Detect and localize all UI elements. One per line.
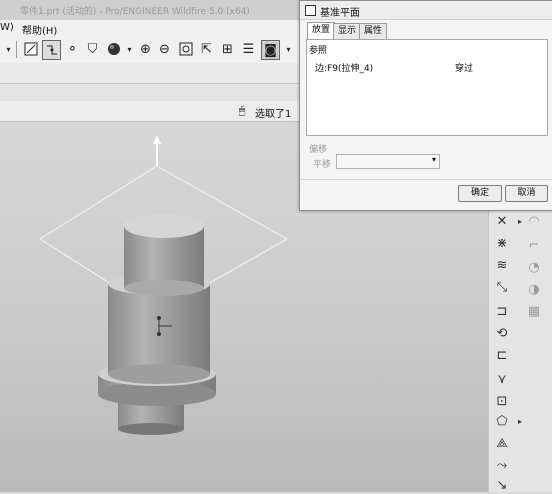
reference-constraint[interactable]: 穿过 xyxy=(455,61,473,74)
chevron-down-icon[interactable]: ▾ xyxy=(280,40,297,58)
sweep-icon[interactable]: ⊏ xyxy=(493,346,511,364)
chevron-down-icon[interactable]: ▾ xyxy=(121,40,138,58)
curve-icon[interactable]: ⤡ xyxy=(493,278,511,296)
datum-point-icon[interactable]: ✕ xyxy=(493,212,511,230)
dialog-title: 基准平面 xyxy=(320,8,360,19)
pattern-icon[interactable]: ▦ xyxy=(525,302,543,320)
selection-count: 选取了1 xyxy=(255,109,292,120)
zoom-in-icon[interactable]: ⊕ xyxy=(137,40,154,58)
display-style-icon[interactable]: ◙ xyxy=(261,40,280,60)
menu-item-window[interactable]: W) xyxy=(0,22,14,33)
menu-bar: W) 帮助(H) xyxy=(0,20,300,38)
dialog-window-icon xyxy=(305,5,316,16)
references-label: 参照 xyxy=(309,46,328,56)
mouse-icon: 🖱 xyxy=(238,104,246,117)
cancel-button[interactable]: 取消 xyxy=(505,185,548,202)
tab-properties[interactable]: 属性 xyxy=(359,23,388,39)
offset-dropdown[interactable]: ▾ xyxy=(336,154,440,169)
references-list[interactable]: 边:F9(拉伸_4) 穿过 xyxy=(309,58,544,132)
hole-icon[interactable]: ◠ xyxy=(525,212,543,230)
shading-sphere-icon[interactable] xyxy=(105,40,122,58)
offset-section-label: 偏移 xyxy=(309,145,328,155)
sketch-icon[interactable]: ≋ xyxy=(493,256,511,274)
trim-icon[interactable]: ↘ xyxy=(493,476,511,494)
datum-plane-dialog: 基准平面 放置 显示 属性 参照 边:F9(拉伸_4) 穿过 偏移 平移 ▾ 确… xyxy=(299,0,552,211)
mirror-icon[interactable]: ⟁ xyxy=(493,434,511,452)
rib-icon[interactable]: ⊡ xyxy=(493,392,511,410)
main-toolbar: ▾ ⚬ ⛉ ▾ ⊕ ⊖ ⇱ ⊞ ☰ ◙ ▾ xyxy=(0,37,300,64)
datum-csys-icon[interactable]: ⋇ xyxy=(493,234,511,252)
round-icon[interactable]: ⌐ xyxy=(525,236,543,254)
draft-icon[interactable]: ⬠ xyxy=(493,412,511,430)
ok-button[interactable]: 确定 xyxy=(458,185,502,202)
feature-toolbar: ✕ ▸ ◠ ⋇ ⌐ ≋ ◔ ⤡ ◑ ⊐ ▦ ⟲ ⊏ ⋎ ⊡ ⬠ ▸ ⟁ ⤳ ↘ xyxy=(488,206,552,494)
saved-views-icon[interactable]: ⊞ xyxy=(219,40,236,58)
dialog-divider xyxy=(300,179,552,180)
blend-icon[interactable]: ⋎ xyxy=(493,370,511,388)
tab-placement[interactable]: 放置 xyxy=(307,22,336,40)
extrude-icon[interactable]: ⊐ xyxy=(493,302,511,320)
sketch-plane-icon[interactable] xyxy=(22,40,39,58)
layers-icon[interactable]: ☰ xyxy=(240,40,257,58)
merge-icon[interactable]: ⤳ xyxy=(493,456,511,474)
reorient-icon[interactable]: ⇱ xyxy=(198,40,215,58)
reference-item[interactable]: 边:F9(拉伸_4) xyxy=(315,61,373,74)
refit-icon[interactable] xyxy=(177,40,194,58)
menu-item-help[interactable]: 帮助(H) xyxy=(22,22,57,37)
dropdown-arrow-icon[interactable]: ▾ xyxy=(0,40,17,58)
placement-panel: 参照 边:F9(拉伸_4) 穿过 xyxy=(306,39,548,136)
revolve-icon[interactable]: ⟲ xyxy=(493,324,511,342)
chevron-down-icon: ▾ xyxy=(431,155,436,164)
dialog-title-bar: 基准平面 xyxy=(300,1,552,20)
shell-icon[interactable]: ◑ xyxy=(525,280,543,298)
window-title-text: 零件1.prt (活动的) - Pro/ENGINEER Wildfire 5.… xyxy=(20,7,250,17)
zoom-out-icon[interactable]: ⊖ xyxy=(156,40,173,58)
datum-display-icon[interactable] xyxy=(42,40,61,60)
datum-arrow-head xyxy=(153,135,161,144)
chevron-right-icon[interactable]: ▸ xyxy=(511,412,529,430)
toolbar-separator xyxy=(16,41,17,58)
datum-axis-icon[interactable]: ⚬ xyxy=(64,40,81,58)
offset-label: 平移 xyxy=(313,160,332,170)
secondary-toolbar xyxy=(0,63,300,84)
shield-icon[interactable]: ⛉ xyxy=(84,40,101,58)
tab-display[interactable]: 显示 xyxy=(333,23,362,39)
chamfer-icon[interactable]: ◔ xyxy=(525,258,543,276)
